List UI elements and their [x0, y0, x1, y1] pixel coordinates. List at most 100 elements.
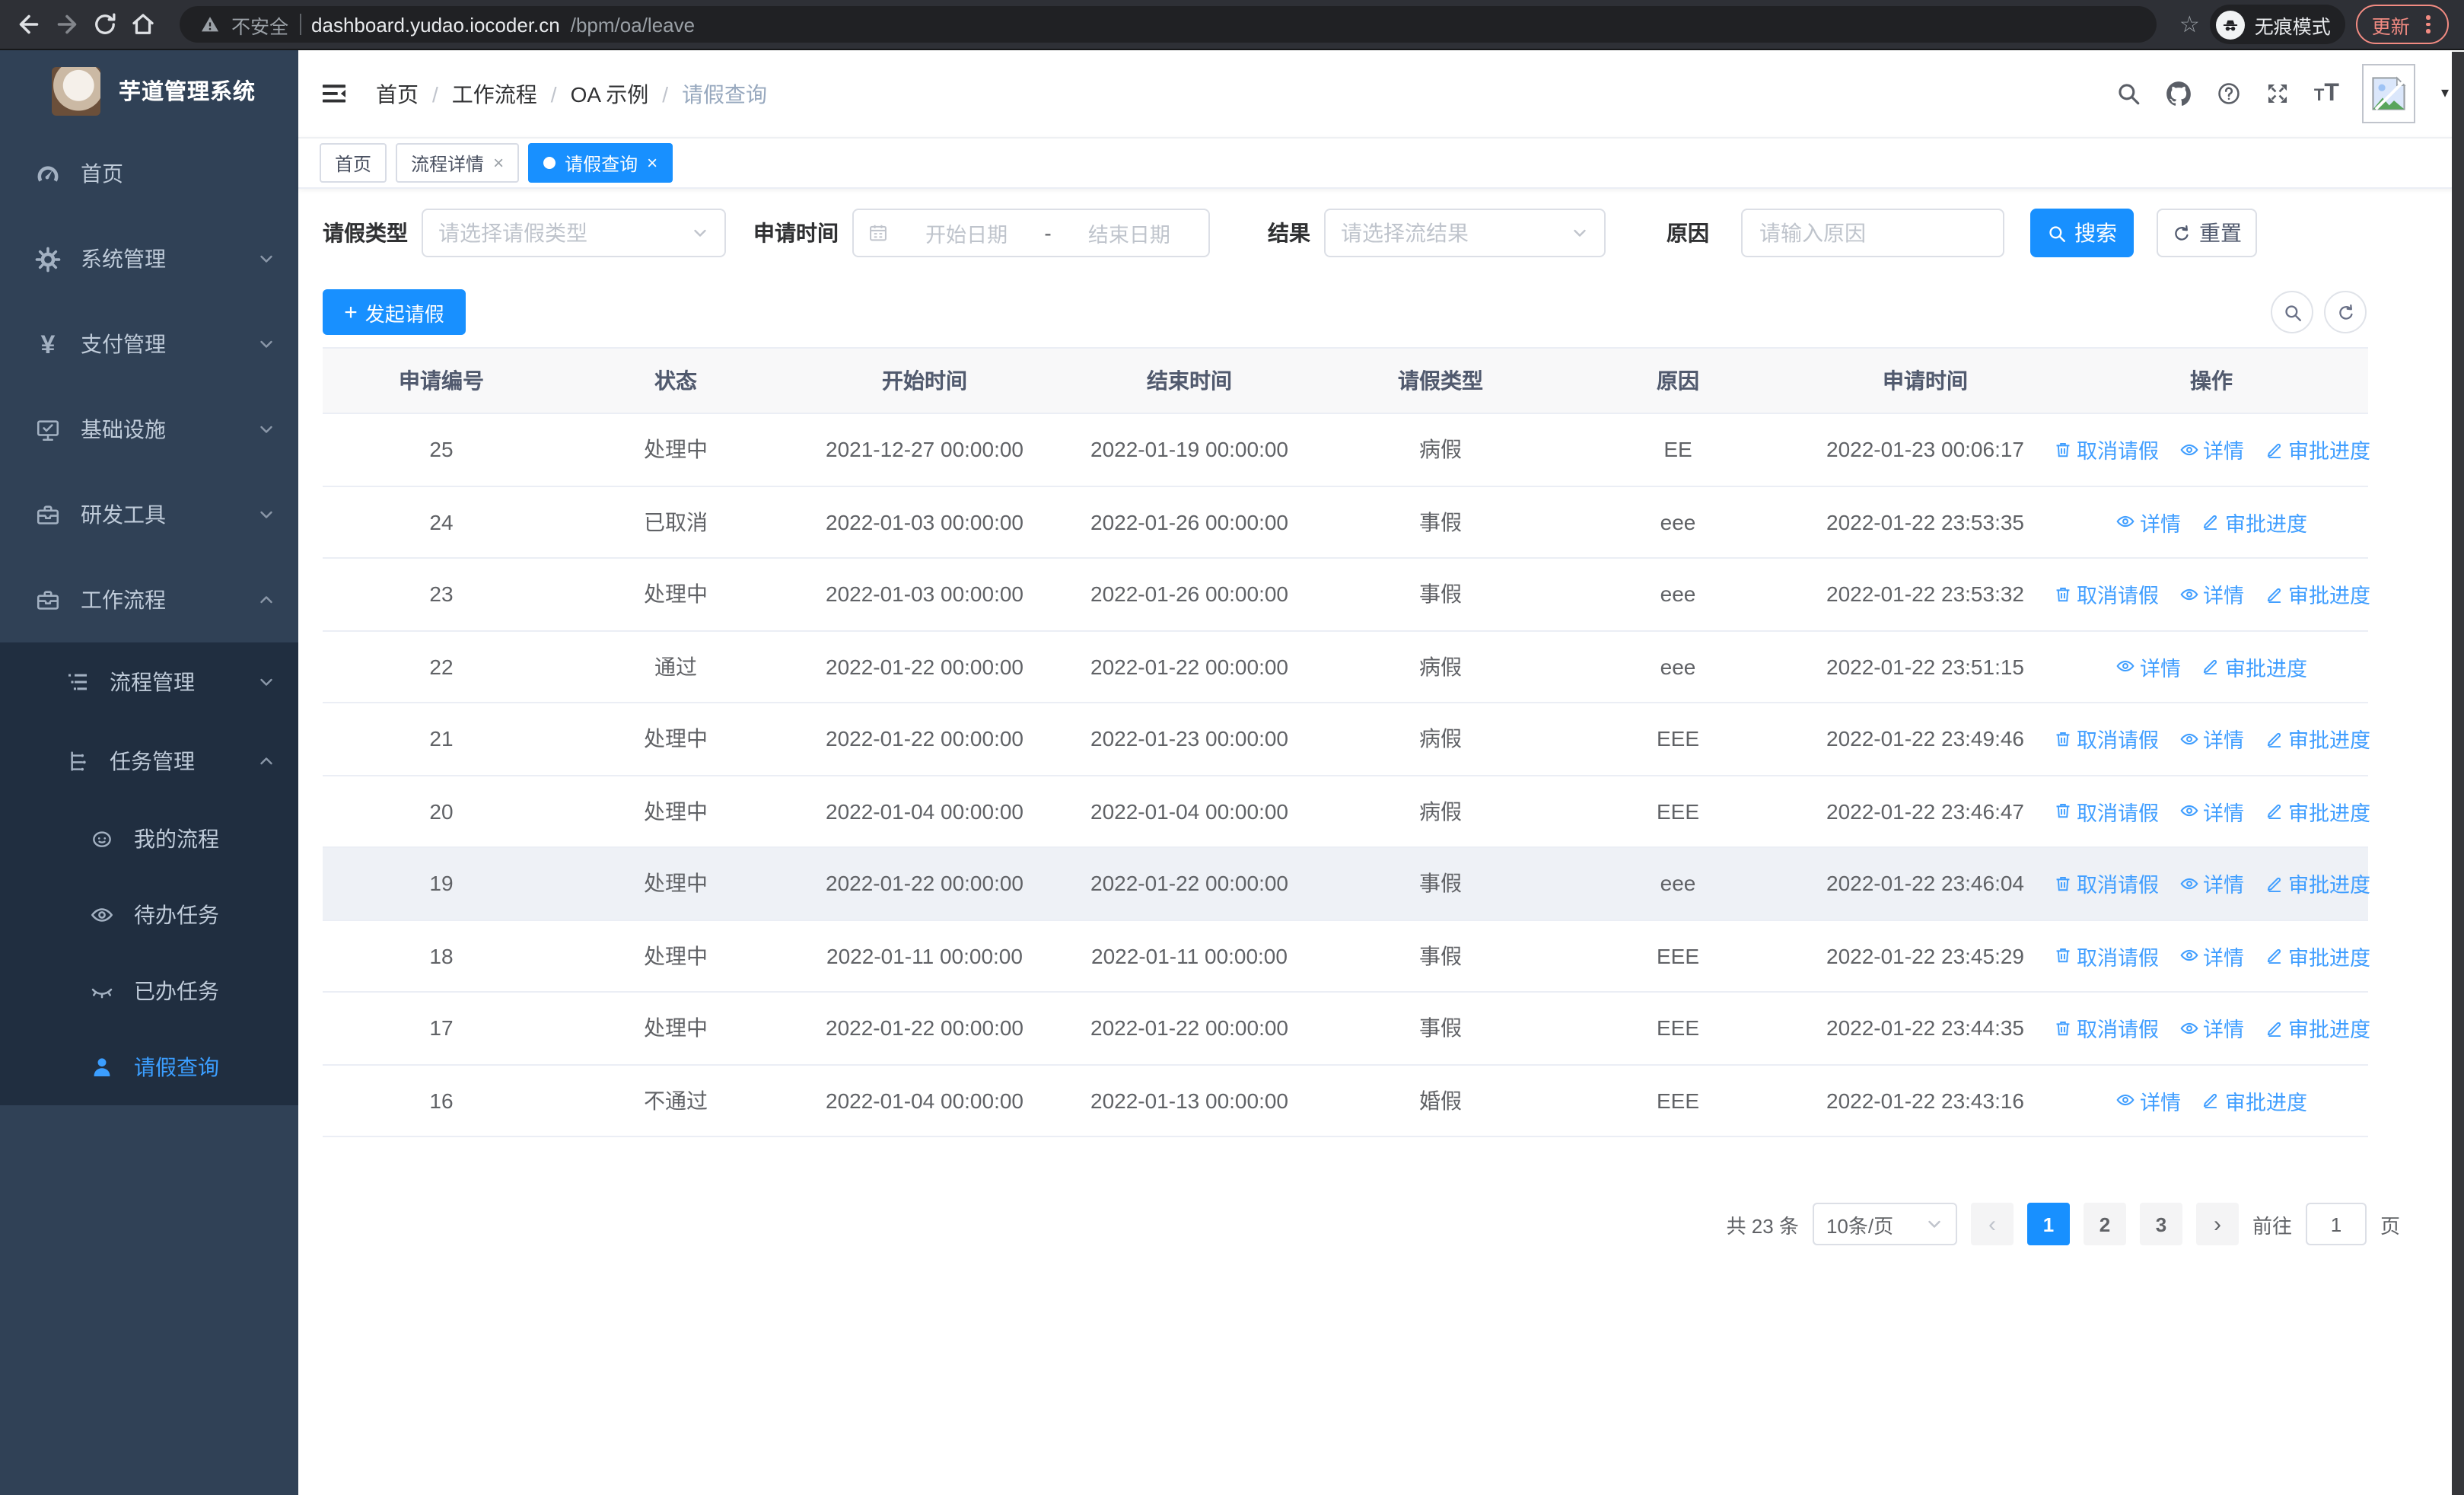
cancel-action-link[interactable]: 取消请假 — [2052, 1013, 2159, 1044]
tab-home[interactable]: 首页 — [320, 143, 387, 183]
breadcrumb-item[interactable]: OA 示例 — [571, 78, 649, 109]
tab-label: 流程详情 — [411, 153, 485, 174]
detail-action-link[interactable]: 详情 — [2179, 796, 2244, 827]
sidebar-item-home[interactable]: 首页 — [0, 131, 298, 216]
sidebar-item-task-management[interactable]: 任务管理 — [0, 722, 298, 801]
result-select[interactable]: 请选择流结果 — [1324, 209, 1606, 257]
cancel-action-link[interactable]: 取消请假 — [2052, 579, 2159, 610]
sidebar-item-todo-tasks[interactable]: 待办任务 — [0, 877, 298, 953]
github-icon[interactable] — [2165, 79, 2194, 108]
cancel-action-link[interactable]: 取消请假 — [2052, 435, 2159, 465]
cancel-action-link[interactable]: 取消请假 — [2052, 796, 2159, 827]
progress-action-link[interactable]: 审批进度 — [2264, 579, 2370, 610]
page-button-1[interactable]: 1 — [2026, 1203, 2070, 1245]
update-button[interactable]: 更新 — [2356, 5, 2449, 44]
show-search-button[interactable] — [2271, 291, 2313, 333]
forward-icon[interactable] — [53, 11, 81, 38]
detail-action-link[interactable]: 详情 — [2115, 507, 2181, 537]
table-row: 23 处理中 2022-01-03 00:00:00 2022-01-26 00:00… — [323, 559, 2370, 631]
apply-time-label: 申请时间 — [753, 221, 839, 245]
page-unit-label: 页 — [2380, 1214, 2400, 1237]
sidebar-item-payment-management[interactable]: ¥ 支付管理 — [0, 301, 298, 387]
detail-action-link[interactable]: 详情 — [2179, 941, 2244, 971]
user-menu-caret-icon[interactable]: ▾ — [2441, 85, 2449, 102]
detail-action-link[interactable]: 详情 — [2179, 1013, 2244, 1044]
breadcrumb-item[interactable]: 首页 — [376, 78, 419, 109]
detail-action-link[interactable]: 详情 — [2115, 1085, 2181, 1116]
action-label: 详情 — [2203, 946, 2244, 970]
pen-icon — [2264, 729, 2284, 749]
progress-action-link[interactable]: 审批进度 — [2264, 724, 2370, 754]
reset-button[interactable]: 重置 — [2157, 209, 2257, 257]
scrollbar[interactable] — [2452, 52, 2464, 1495]
progress-action-link[interactable]: 审批进度 — [2264, 435, 2370, 465]
progress-action-link[interactable]: 审批进度 — [2201, 652, 2307, 682]
prev-page-button[interactable]: ‹ — [1970, 1203, 2014, 1245]
apply-time-range-picker[interactable]: 开始日期 - 结束日期 — [852, 209, 1210, 257]
next-page-button[interactable]: › — [2195, 1203, 2239, 1245]
goto-page-input[interactable] — [2305, 1203, 2367, 1245]
reload-icon[interactable] — [91, 11, 119, 38]
sidebar-menu: 首页 系统管理 ¥ 支付管理 基础设施 研发工具 工作流程 流程管理 任务管理 我的流程 待办任务已… — [0, 131, 298, 1105]
action-label: 取消请假 — [2077, 946, 2159, 970]
create-leave-button[interactable]: + 发起请假 — [323, 289, 466, 335]
refresh-table-button[interactable] — [2324, 291, 2367, 333]
close-tab-icon[interactable]: × — [493, 154, 504, 172]
sidebar-item-infrastructure[interactable]: 基础设施 — [0, 387, 298, 472]
cancel-action-link[interactable]: 取消请假 — [2052, 869, 2159, 899]
font-size-icon[interactable]: TT — [2314, 81, 2339, 106]
sidebar-item-done-tasks[interactable]: 已办任务 — [0, 953, 298, 1029]
collapse-sidebar-icon[interactable] — [320, 79, 349, 108]
sidebar-item-process-management[interactable]: 流程管理 — [0, 642, 298, 722]
address-bar[interactable]: 不安全 dashboard.yudao.iocoder.cn/bpm/oa/le… — [180, 6, 2157, 43]
tab-process-detail[interactable]: 流程详情 × — [396, 143, 520, 183]
sidebar-item-leave-query[interactable]: 请假查询 — [0, 1029, 298, 1105]
page-size-select[interactable]: 10条/页 — [1812, 1203, 1957, 1245]
browser-menu-icon[interactable] — [2424, 12, 2434, 37]
sidebar-item-workflow[interactable]: 工作流程 — [0, 557, 298, 642]
leave-type-select[interactable]: 请选择请假类型 — [422, 209, 726, 257]
table-header: 申请编号 状态 开始时间 结束时间 请假类型 原因 申请时间 操作 — [323, 347, 2368, 414]
detail-action-link[interactable]: 详情 — [2115, 652, 2181, 682]
action-label: 详情 — [2140, 512, 2181, 536]
fullscreen-icon[interactable] — [2265, 81, 2291, 107]
cancel-action-link[interactable]: 取消请假 — [2052, 941, 2159, 971]
detail-action-link[interactable]: 详情 — [2179, 579, 2244, 610]
cell-type: 病假 — [1419, 654, 1462, 679]
cell-start: 2022-01-04 00:00:00 — [826, 1088, 1023, 1113]
help-icon[interactable] — [2217, 81, 2243, 107]
close-tab-icon[interactable]: × — [647, 154, 657, 172]
progress-action-link[interactable]: 审批进度 — [2264, 869, 2370, 899]
search-icon[interactable] — [2116, 81, 2142, 107]
progress-action-link[interactable]: 审批进度 — [2264, 1013, 2370, 1044]
page-button-3[interactable]: 3 — [2139, 1203, 2182, 1245]
breadcrumb-separator: / — [550, 81, 557, 106]
eye-icon — [2179, 1018, 2198, 1038]
not-secure-label: 不安全 — [231, 16, 289, 37]
search-button[interactable]: 搜索 — [2030, 209, 2134, 257]
home-icon[interactable] — [129, 11, 157, 38]
sidebar-item-my-process[interactable]: 我的流程 — [0, 801, 298, 877]
user-avatar[interactable] — [2361, 64, 2415, 123]
progress-action-link[interactable]: 审批进度 — [2201, 507, 2307, 537]
cell-apply_time: 2022-01-22 23:53:32 — [1826, 582, 2024, 607]
cell-end: 2022-01-11 00:00:00 — [1091, 943, 1288, 968]
progress-action-link[interactable]: 审批进度 — [2264, 941, 2370, 971]
detail-action-link[interactable]: 详情 — [2179, 435, 2244, 465]
url-path: /bpm/oa/leave — [570, 13, 696, 36]
cancel-action-link[interactable]: 取消请假 — [2052, 724, 2159, 754]
page-button-2[interactable]: 2 — [2083, 1203, 2126, 1245]
bookmark-star-icon[interactable]: ☆ — [2179, 13, 2200, 36]
sidebar-item-dev-tools[interactable]: 研发工具 — [0, 472, 298, 557]
progress-action-link[interactable]: 审批进度 — [2201, 1085, 2307, 1116]
back-icon[interactable] — [15, 11, 43, 38]
reason-input[interactable] — [1741, 209, 2004, 257]
tab-leave-query[interactable]: 请假查询 × — [528, 143, 673, 183]
sidebar-item-system-management[interactable]: 系统管理 — [0, 216, 298, 301]
leave-type-placeholder: 请选择请假类型 — [438, 221, 587, 245]
breadcrumb-item[interactable]: 工作流程 — [452, 78, 537, 109]
progress-action-link[interactable]: 审批进度 — [2264, 796, 2370, 827]
cell-type: 婚假 — [1419, 1088, 1462, 1113]
detail-action-link[interactable]: 详情 — [2179, 869, 2244, 899]
detail-action-link[interactable]: 详情 — [2179, 724, 2244, 754]
